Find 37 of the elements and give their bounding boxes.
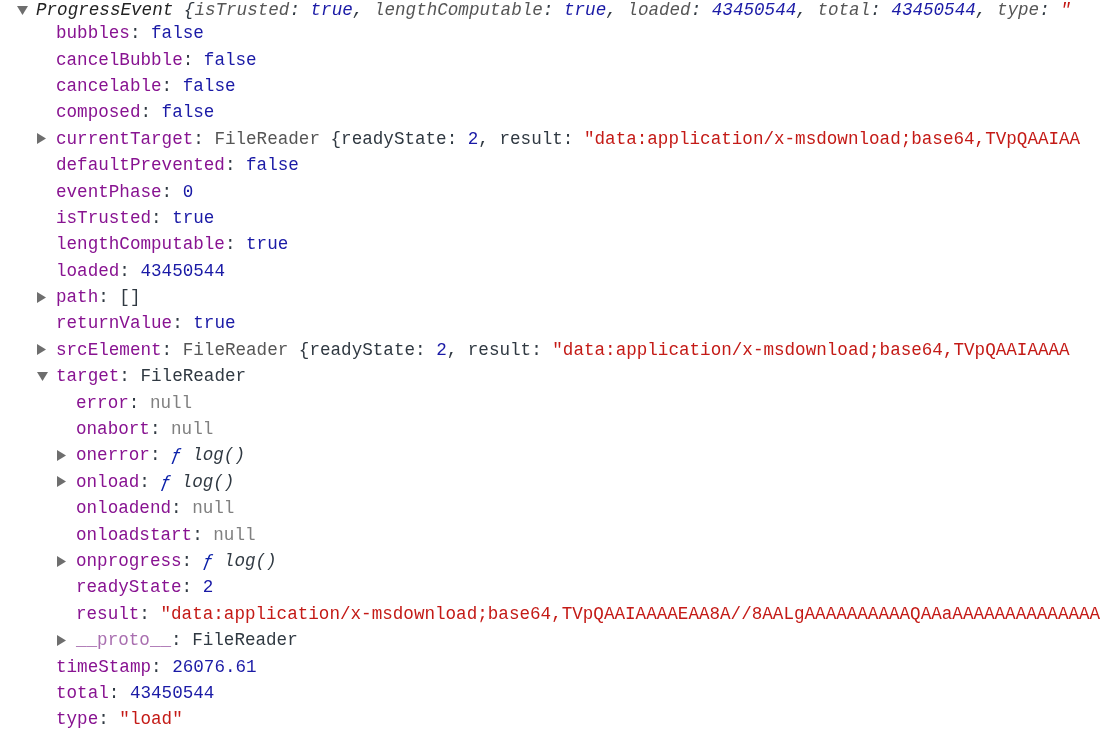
property-line: eventPhase: 0 xyxy=(56,181,194,202)
object-summary: ProgressEvent {isTrusted: true, lengthComputable: true, loaded: 43450544, total: 43450544, type: " xyxy=(36,0,1071,20)
property-line: returnValue: true xyxy=(56,313,236,334)
property-line: path: [] xyxy=(56,287,141,308)
property-line: srcElement: FileReader {readyState: 2, result: "data:application/x-msdownload;base64,TVpQAAIAAAA xyxy=(56,339,1070,360)
property-line: onloadstart: null xyxy=(76,524,256,545)
collapsed-triangle-icon[interactable] xyxy=(57,476,66,488)
property-line: onabort: null xyxy=(76,419,214,440)
property-line: error: null xyxy=(76,392,193,413)
property-line: target: FileReader xyxy=(56,366,247,387)
expanded-triangle-icon[interactable] xyxy=(37,371,48,381)
collapsed-triangle-icon[interactable] xyxy=(57,555,66,567)
property-line: result: "data:application/x-msdownload;base64,TVpQAAIAAAAEAA8A//8AALgAAAAAAAAAAQAAaAAAAAAAAAAAAAA xyxy=(76,603,1101,624)
property-line: onloadend: null xyxy=(76,498,235,519)
property-line: __proto__: FileReader xyxy=(76,630,298,651)
property-line: loaded: 43450544 xyxy=(56,260,225,281)
property-line: bubbles: false xyxy=(56,23,204,44)
collapsed-triangle-icon[interactable] xyxy=(37,344,46,356)
property-line: timeStamp: 26076.61 xyxy=(56,656,257,677)
collapsed-triangle-icon[interactable] xyxy=(37,291,46,303)
property-line: onload: ƒ log() xyxy=(76,471,235,492)
property-line: cancelBubble: false xyxy=(56,49,257,70)
property-line: readyState: 2 xyxy=(76,577,214,598)
collapsed-triangle-icon[interactable] xyxy=(37,133,46,145)
collapsed-triangle-icon[interactable] xyxy=(57,634,66,646)
property-line: cancelable: false xyxy=(56,75,236,96)
property-line: lengthComputable: true xyxy=(56,234,289,255)
collapsed-triangle-icon[interactable] xyxy=(57,449,66,461)
property-line: currentTarget: FileReader {readyState: 2, result: "data:application/x-msdownload;base64,TVpQAAIAA xyxy=(56,128,1081,149)
property-line: onerror: ƒ log() xyxy=(76,445,245,466)
property-line: isTrusted: true xyxy=(56,207,215,228)
property-line: type: "load" xyxy=(56,709,183,730)
property-line: composed: false xyxy=(56,102,215,123)
property-line: total: 43450544 xyxy=(56,682,215,703)
property-line: onprogress: ƒ log() xyxy=(76,551,277,571)
property-line: defaultPrevented: false xyxy=(56,155,299,176)
expanded-triangle-icon[interactable] xyxy=(17,5,28,15)
